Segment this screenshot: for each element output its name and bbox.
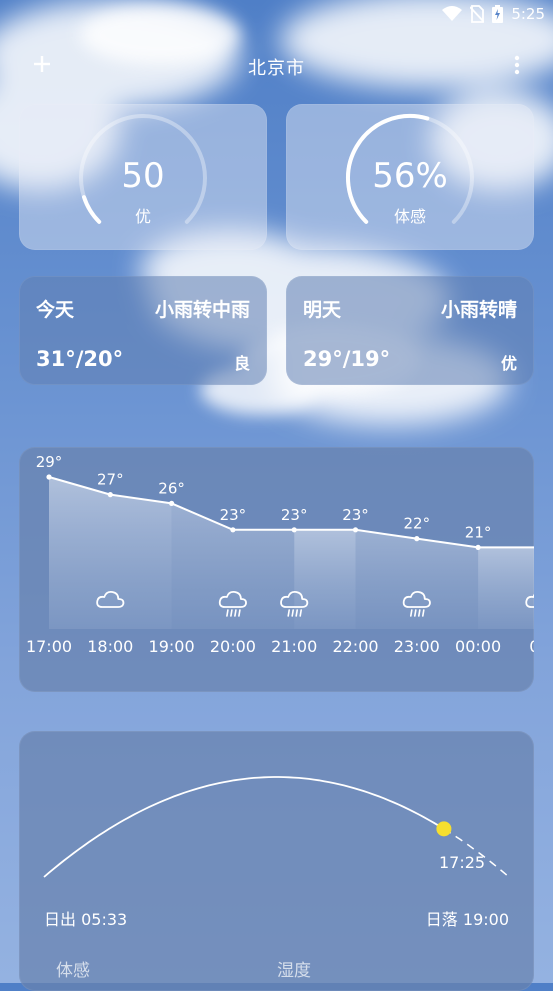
temperature-point	[46, 474, 52, 480]
sun-path-elapsed	[43, 776, 445, 878]
hourly-time: 01	[529, 637, 534, 656]
feel-label: 体感	[56, 961, 90, 981]
tomorrow-label: 明天	[303, 299, 342, 321]
humidity-card[interactable]: 56% 体感	[286, 104, 534, 250]
hourly-temp: 21°	[465, 523, 492, 541]
hourly-forecast-card[interactable]: 29° 17:00 27° 18:00 26° 19:00 23° 20:00 23° 21:00…	[19, 447, 534, 692]
today-label: 今天	[36, 299, 75, 321]
aqi-label: 优	[134, 207, 151, 226]
hourly-temp: 23°	[281, 506, 308, 524]
more-button[interactable]	[511, 52, 523, 78]
battery-charging-icon	[492, 5, 504, 23]
no-sim-icon	[470, 5, 485, 23]
hourly-temp: 27°	[97, 471, 124, 489]
wifi-icon	[442, 6, 463, 21]
hourly-time: 21:00	[271, 637, 317, 656]
hourly-temp: 22°	[404, 515, 431, 533]
tomorrow-aqi: 优	[500, 354, 517, 373]
hourly-temp: 26°	[158, 479, 185, 497]
temperature-point	[475, 544, 481, 550]
status-icons: 5:25	[442, 5, 545, 23]
temperature-point	[169, 500, 175, 506]
humidity-bottom-label: 湿度	[277, 961, 311, 981]
today-card[interactable]: 今天 小雨转中雨 31°/20° 良	[19, 276, 267, 385]
city-title[interactable]: 北京市	[0, 54, 553, 80]
status-bar: 5:25	[0, 0, 553, 32]
hourly-time: 18:00	[87, 637, 133, 656]
aqi-value: 50	[121, 156, 165, 196]
temperature-area	[294, 529, 356, 629]
temperature-point	[291, 527, 297, 533]
hourly-time: 20:00	[210, 637, 256, 656]
sunset-label: 日落 19:00	[425, 910, 509, 929]
hourly-time: 23:00	[394, 637, 440, 656]
sun-card[interactable]: 17:25 日出 05:33 日落 19:00 体感 湿度	[19, 731, 534, 991]
temperature-area	[478, 547, 534, 629]
hourly-temp: 23°	[220, 506, 247, 524]
temperature-point	[230, 527, 236, 533]
hourly-time: 00:00	[455, 637, 501, 656]
current-time-label: 17:25	[439, 853, 486, 872]
temperature-point	[414, 536, 420, 542]
hourly-forecast-chart[interactable]: 29° 17:00 27° 18:00 26° 19:00 23° 20:00 23° 21:00…	[19, 447, 534, 692]
more-vertical-icon	[514, 55, 520, 75]
temperature-point	[352, 527, 359, 533]
humidity-value: 56%	[372, 156, 448, 196]
aqi-card[interactable]: 50 优	[19, 104, 267, 250]
tomorrow-card[interactable]: 明天 小雨转晴 29°/19° 优	[286, 276, 534, 385]
temperature-point	[107, 492, 113, 498]
hourly-temp: 29°	[36, 453, 63, 471]
today-aqi: 良	[233, 354, 250, 373]
humidity-label: 体感	[393, 207, 426, 226]
today-temp-range: 31°/20°	[36, 347, 124, 371]
app-header: 北京市	[0, 44, 553, 86]
hourly-time: 19:00	[149, 637, 195, 656]
tomorrow-condition: 小雨转晴	[440, 299, 517, 321]
sunrise-label: 日出 05:33	[44, 910, 128, 929]
tomorrow-temp-range: 29°/19°	[303, 347, 391, 371]
sun-position-dot	[436, 821, 452, 837]
hourly-time: 17:00	[26, 637, 72, 656]
status-time: 5:25	[511, 5, 545, 23]
hourly-temp: 23°	[342, 506, 369, 524]
hourly-time: 22:00	[332, 637, 378, 656]
today-condition: 小雨转中雨	[154, 299, 250, 321]
